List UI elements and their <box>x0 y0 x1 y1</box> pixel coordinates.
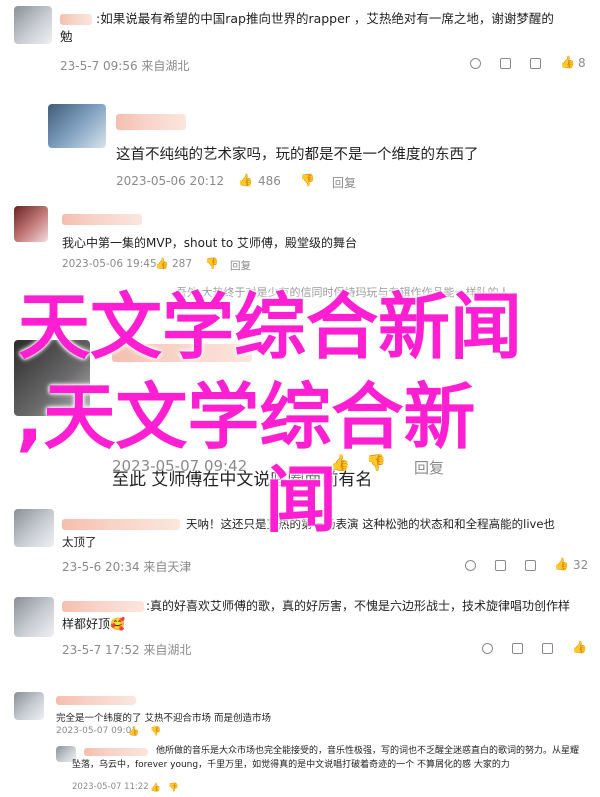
comment-item: 完全是一个纬度的了 艾热不迎合市场 而是创造市场 2023-05-07 09:0… <box>0 688 600 738</box>
like-icon[interactable]: 👍 <box>560 55 575 69</box>
avatar[interactable] <box>48 104 106 148</box>
dislike-icon[interactable]: 👎 <box>300 173 315 187</box>
info-icon[interactable] <box>482 641 493 655</box>
comment-text: :如果说最有希望的中国rap推向世界的rapper ，艾热绝对有一席之地，谢谢梦… <box>60 11 554 44</box>
comment-text: 我心中第一集的MVP，shout to 艾师傅，殿堂级的舞台 <box>62 236 357 250</box>
overlay-title-line3: 闻 <box>265 458 338 542</box>
info-icon[interactable] <box>465 558 476 572</box>
like-count: 32 <box>573 558 589 572</box>
comment-date: 2023-05-06 20:12 <box>116 174 225 188</box>
comment-text: 他所做的音乐是大众市场也完全能接受的，音乐性极强，写的词也不乏醒全迷惑直白的歌词… <box>72 746 580 770</box>
share-icon[interactable] <box>500 56 511 70</box>
info-icon[interactable] <box>470 56 481 70</box>
comment-date: 2023-05-07 09:01 <box>56 726 138 736</box>
avatar[interactable] <box>14 509 54 547</box>
comment-date: 2023-05-06 19:45 <box>62 258 157 270</box>
comment-item: :真的好喜欢艾师傅的歌，真的好厉害，不愧是六边形战士，技术旋律唱功创作样 样都好… <box>0 595 600 665</box>
avatar[interactable] <box>14 597 54 637</box>
comment-item: 我心中第一集的MVP，shout to 艾师傅，殿堂级的舞台 2023-05-0… <box>0 202 600 274</box>
comment-item: 这首不纯纯的艺术家吗，玩的都是不是一个维度的东西了 2023-05-06 20:… <box>0 100 600 200</box>
like-icon[interactable]: 👍 <box>238 173 253 187</box>
overlay-title-line2: ,天文学综合新 <box>16 375 476 459</box>
dislike-icon[interactable]: 👎 <box>150 725 161 739</box>
dislike-icon[interactable]: 👎 <box>205 257 219 271</box>
comment-date: 23-5-7 17:52 来自湖北 <box>62 643 192 657</box>
comment-date: 2023-05-07 11:22 <box>72 782 149 792</box>
like-icon[interactable]: 👍 <box>128 725 139 739</box>
username[interactable] <box>116 114 186 130</box>
comment-icon[interactable] <box>525 558 536 572</box>
like-icon[interactable]: 👍 <box>155 257 169 271</box>
like-icon[interactable]: 👍 <box>554 557 569 571</box>
overlay-title-line1: 天文学综合新闻 <box>18 285 523 369</box>
comment-date: 23-5-6 20:34 来自天津 <box>62 560 192 574</box>
username[interactable] <box>62 214 142 225</box>
comment-text: 完全是一个纬度的了 艾热不迎合市场 而是创造市场 <box>56 713 272 724</box>
like-icon[interactable]: 👍 <box>150 781 161 795</box>
reply-item: 他所做的音乐是大众市场也完全能接受的，音乐性极强，写的词也不乏醒全迷惑直白的歌词… <box>0 746 600 796</box>
comment-text: :真的好喜欢艾师傅的歌，真的好厉害，不愧是六边形战士，技术旋律唱功创作样 样都好… <box>62 599 571 631</box>
like-icon[interactable]: 👍 <box>572 640 587 654</box>
like-count: 8 <box>578 56 586 70</box>
like-count: 287 <box>172 258 193 270</box>
like-count: 486 <box>258 174 281 188</box>
reply-button[interactable]: 回复 <box>230 258 251 273</box>
reply-button[interactable]: 回复 <box>332 174 356 191</box>
share-icon[interactable] <box>512 641 523 655</box>
avatar[interactable] <box>14 6 52 44</box>
comment-icon[interactable] <box>542 641 553 655</box>
comment-item: :如果说最有希望的中国rap推向世界的rapper ，艾热绝对有一席之地，谢谢梦… <box>0 0 600 78</box>
dislike-icon[interactable]: 👎 <box>168 781 179 795</box>
username[interactable] <box>56 696 136 705</box>
comment-text: 这首不纯纯的艺术家吗，玩的都是不是一个维度的东西了 <box>116 147 479 163</box>
comment-date: 23-5-7 09:56 来自湖北 <box>60 59 190 73</box>
share-icon[interactable] <box>495 558 506 572</box>
avatar[interactable] <box>14 206 48 242</box>
avatar[interactable] <box>14 692 44 720</box>
comment-icon[interactable] <box>530 56 541 70</box>
